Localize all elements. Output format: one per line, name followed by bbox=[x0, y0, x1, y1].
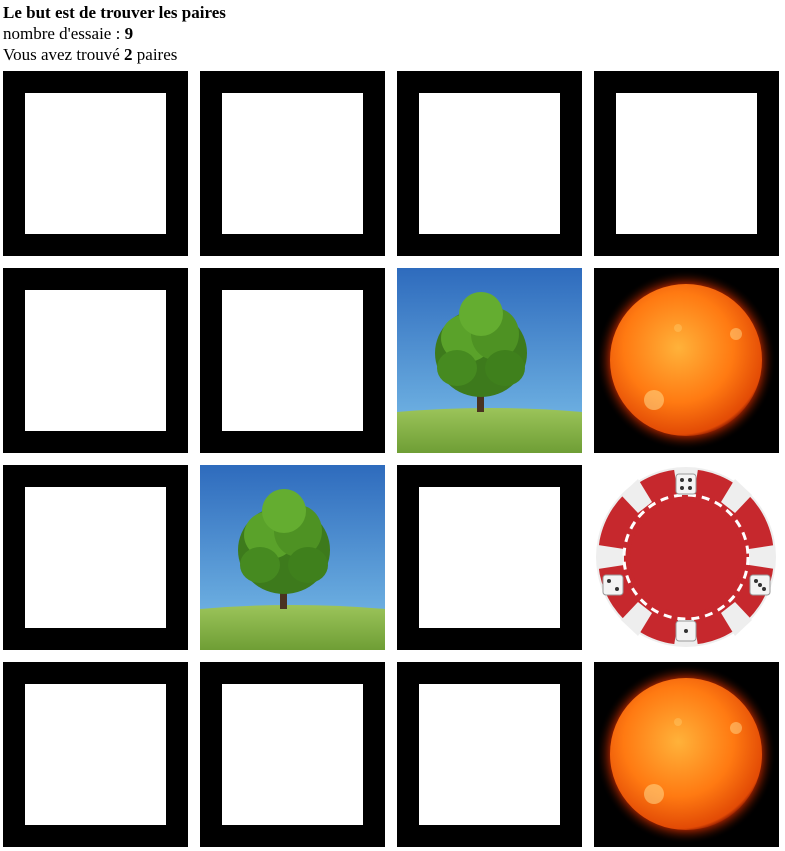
card-revealed-casino-chip[interactable] bbox=[594, 465, 779, 650]
card-hidden[interactable] bbox=[397, 71, 582, 256]
card-hidden[interactable] bbox=[397, 662, 582, 847]
pairs-found-count: 2 bbox=[124, 45, 133, 64]
card-back-face bbox=[25, 290, 166, 431]
card-hidden[interactable] bbox=[3, 268, 188, 453]
card-back-face bbox=[419, 487, 560, 628]
card-back-face bbox=[419, 684, 560, 825]
sun-image bbox=[594, 662, 779, 847]
card-back-face bbox=[222, 290, 363, 431]
card-revealed-sun[interactable] bbox=[594, 268, 779, 453]
card-back-face bbox=[616, 93, 757, 234]
card-back-face bbox=[25, 487, 166, 628]
casino-chip-image bbox=[594, 465, 779, 650]
card-hidden[interactable] bbox=[3, 71, 188, 256]
card-back-face bbox=[419, 93, 560, 234]
game-header: Le but est de trouver les paires nombre … bbox=[3, 2, 226, 65]
card-back-face bbox=[25, 684, 166, 825]
pairs-found-line: Vous avez trouvé 2 paires bbox=[3, 44, 226, 65]
card-hidden[interactable] bbox=[3, 662, 188, 847]
card-back-face bbox=[222, 93, 363, 234]
card-hidden[interactable] bbox=[200, 268, 385, 453]
sun-image bbox=[594, 268, 779, 453]
card-revealed-tree[interactable] bbox=[397, 268, 582, 453]
memory-board bbox=[3, 71, 779, 848]
card-back-face bbox=[25, 93, 166, 234]
pairs-found-suffix: paires bbox=[132, 45, 178, 64]
card-back-face bbox=[222, 684, 363, 825]
card-hidden[interactable] bbox=[200, 662, 385, 847]
attempts-count: 9 bbox=[124, 24, 134, 43]
card-hidden[interactable] bbox=[397, 465, 582, 650]
card-revealed-tree[interactable] bbox=[200, 465, 385, 650]
card-hidden[interactable] bbox=[3, 465, 188, 650]
game-title: Le but est de trouver les paires bbox=[3, 3, 226, 22]
tree-image bbox=[200, 465, 385, 650]
attempts-label: nombre d'essaie : bbox=[3, 24, 125, 43]
card-hidden[interactable] bbox=[200, 71, 385, 256]
attempts-line: nombre d'essaie : 9 bbox=[3, 23, 226, 44]
card-hidden[interactable] bbox=[594, 71, 779, 256]
pairs-found-prefix: Vous avez trouvé bbox=[3, 45, 125, 64]
tree-image bbox=[397, 268, 582, 453]
card-revealed-sun[interactable] bbox=[594, 662, 779, 847]
